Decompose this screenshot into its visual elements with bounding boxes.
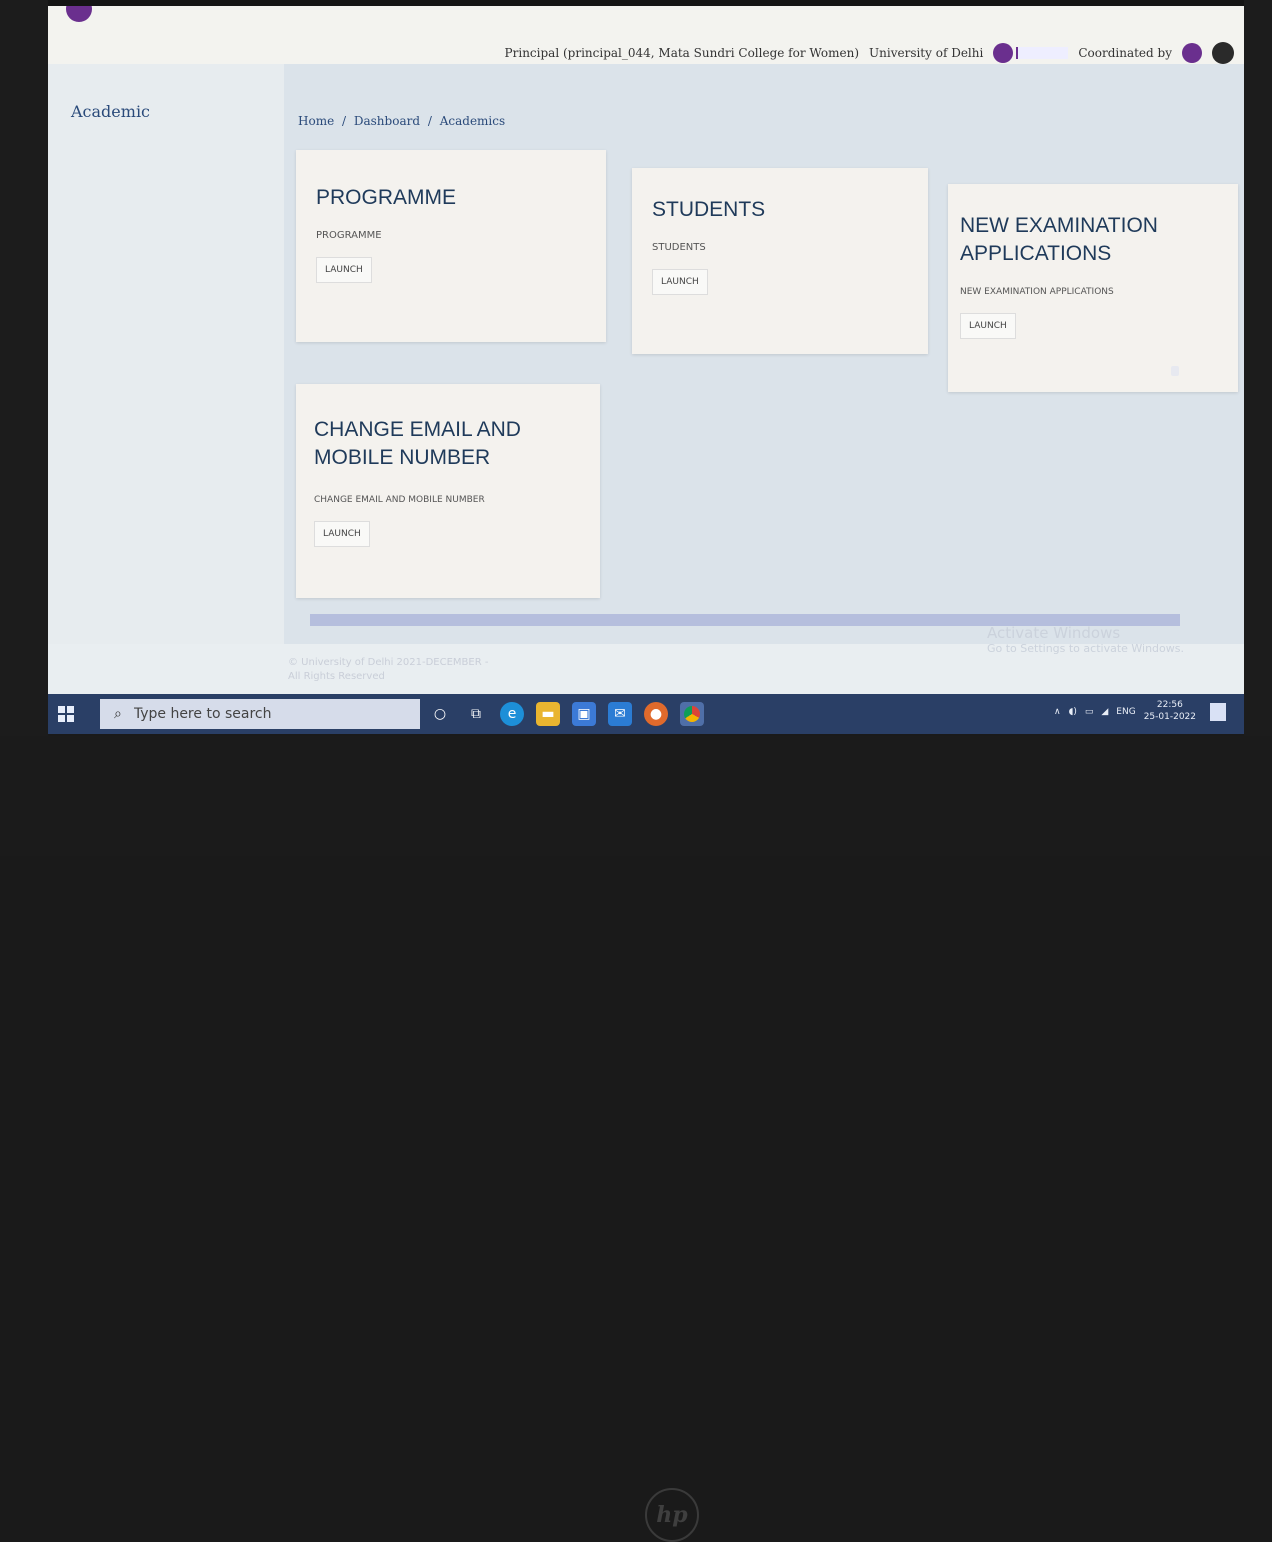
laptop-bezel-right: [1244, 0, 1272, 740]
file-explorer-icon[interactable]: ▬: [536, 702, 560, 726]
edge-icon[interactable]: e: [500, 702, 524, 726]
sidebar-title[interactable]: Academic: [71, 102, 150, 121]
chrome-icon[interactable]: [680, 702, 704, 726]
breadcrumb-separator: /: [342, 114, 347, 128]
card-subtitle: PROGRAMME: [316, 230, 382, 242]
card-title: STUDENTS: [652, 198, 766, 221]
windows-taskbar: ⌕ ○ ⧉ e ▬ ▣ ✉ ● ∧ ◖) ▭ ◢ ENG 22:56 25-01…: [48, 694, 1244, 734]
mail-icon[interactable]: ✉: [608, 702, 632, 726]
card-title: CHANGE EMAIL AND MOBILE NUMBER: [314, 418, 521, 470]
university-logo[interactable]: [66, 6, 161, 24]
sidebar: Academic: [48, 64, 284, 644]
top-header: Principal (principal_044, Mata Sundri Co…: [48, 6, 1244, 64]
launch-button-change-email[interactable]: LAUNCH: [314, 520, 370, 547]
activate-windows-watermark: Activate Windows Go to Settings to activ…: [987, 624, 1184, 655]
card-programme: PROGRAMME PROGRAMME LAUNCH: [296, 150, 606, 342]
breadcrumb-separator: /: [427, 114, 432, 128]
hp-logo: hp: [645, 1488, 699, 1542]
firefox-icon[interactable]: ●: [644, 702, 668, 726]
taskbar-search[interactable]: ⌕: [100, 699, 420, 729]
volume-icon[interactable]: ◖): [1069, 707, 1077, 717]
card-change-email-and-mobile-number: CHANGE EMAIL AND MOBILE NUMBER CHANGE EM…: [296, 384, 600, 598]
user-avatar-icon[interactable]: [1212, 42, 1234, 64]
notifications-icon[interactable]: [1210, 702, 1226, 721]
laptop-bezel-bottom: hp: [0, 736, 1272, 1542]
principal-label: Principal (principal_044, Mata Sundri Co…: [504, 46, 860, 60]
clock-time: 22:56: [1156, 700, 1183, 710]
laptop-bezel-left: [0, 0, 48, 740]
chevron-up-icon[interactable]: ∧: [1054, 707, 1061, 717]
cortana-icon[interactable]: ○: [428, 702, 452, 726]
breadcrumb-academics: Academics: [439, 114, 506, 128]
breadcrumb: Home / Dashboard / Academics: [298, 114, 509, 128]
partner-crest-icon: [993, 43, 1014, 63]
university-label: University of Delhi: [869, 46, 984, 60]
screen: Principal (principal_044, Mata Sundri Co…: [48, 6, 1244, 734]
footer-copyright: © University of Delhi 2021-DECEMBER -: [288, 657, 489, 668]
clock[interactable]: 22:56 25-01-2022: [1144, 700, 1196, 723]
search-icon: ⌕: [114, 706, 122, 722]
taskbar-pinned-apps: ○ ⧉ e ▬ ▣ ✉ ●: [428, 702, 704, 726]
launch-button-new-examination-applications[interactable]: LAUNCH: [960, 312, 1016, 339]
clock-date: 25-01-2022: [1143, 711, 1196, 722]
breadcrumb-dashboard[interactable]: Dashboard: [354, 114, 420, 128]
card-title: NEW EXAMINATION APPLICATIONS: [960, 214, 1158, 266]
task-view-icon[interactable]: ⧉: [464, 702, 488, 726]
footer-rights: All Rights Reserved: [288, 671, 385, 682]
coordinated-by-label: Coordinated by: [1078, 46, 1172, 60]
network-icon[interactable]: ◢: [1101, 707, 1108, 717]
decorative-mark: [1171, 366, 1179, 376]
taskbar-search-input[interactable]: [131, 705, 366, 723]
system-tray: ∧ ◖) ▭ ◢ ENG 22:56 25-01-2022: [1054, 700, 1226, 723]
header-info: Principal (principal_044, Mata Sundri Co…: [505, 42, 1234, 64]
footer: © University of Delhi 2021-DECEMBER - Al…: [288, 656, 488, 684]
card-subtitle: CHANGE EMAIL AND MOBILE NUMBER: [314, 494, 485, 505]
university-crest-icon: [66, 6, 92, 22]
partner-wordmark: [1016, 47, 1069, 59]
watermark-subtitle: Go to Settings to activate Windows.: [986, 642, 1184, 655]
language-indicator[interactable]: ENG: [1116, 707, 1135, 717]
watermark-title: Activate Windows: [986, 624, 1121, 642]
card-subtitle: NEW EXAMINATION APPLICATIONS: [960, 286, 1114, 297]
card-subtitle: STUDENTS: [652, 242, 706, 254]
card-students: STUDENTS STUDENTS LAUNCH: [632, 168, 928, 354]
launch-button-programme[interactable]: LAUNCH: [316, 257, 372, 284]
battery-icon[interactable]: ▭: [1085, 707, 1094, 717]
main-content: Home / Dashboard / Academics PROGRAMME P…: [284, 64, 1244, 644]
windows-start-icon[interactable]: [58, 706, 74, 722]
store-icon[interactable]: ▣: [572, 702, 596, 726]
breadcrumb-home[interactable]: Home: [298, 114, 334, 128]
launch-button-students[interactable]: LAUNCH: [652, 269, 708, 296]
partner-logo: [993, 43, 1069, 63]
coordinator-logo-icon: [1182, 43, 1202, 63]
card-new-examination-applications: NEW EXAMINATION APPLICATIONS NEW EXAMINA…: [948, 184, 1238, 392]
card-title: PROGRAMME: [316, 186, 457, 209]
